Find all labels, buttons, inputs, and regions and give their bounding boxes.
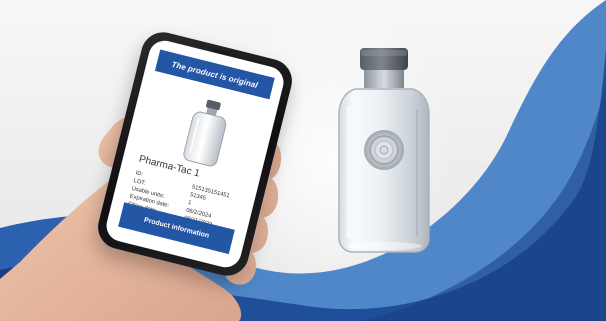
medicine-vial xyxy=(338,48,430,253)
authentication-banner: The product is original xyxy=(154,49,275,100)
hero-scene: The product is original Pharma-Tac 1 ID:… xyxy=(0,0,606,321)
product-vial-thumbnail xyxy=(183,99,227,167)
brand-wave-background xyxy=(0,0,606,321)
